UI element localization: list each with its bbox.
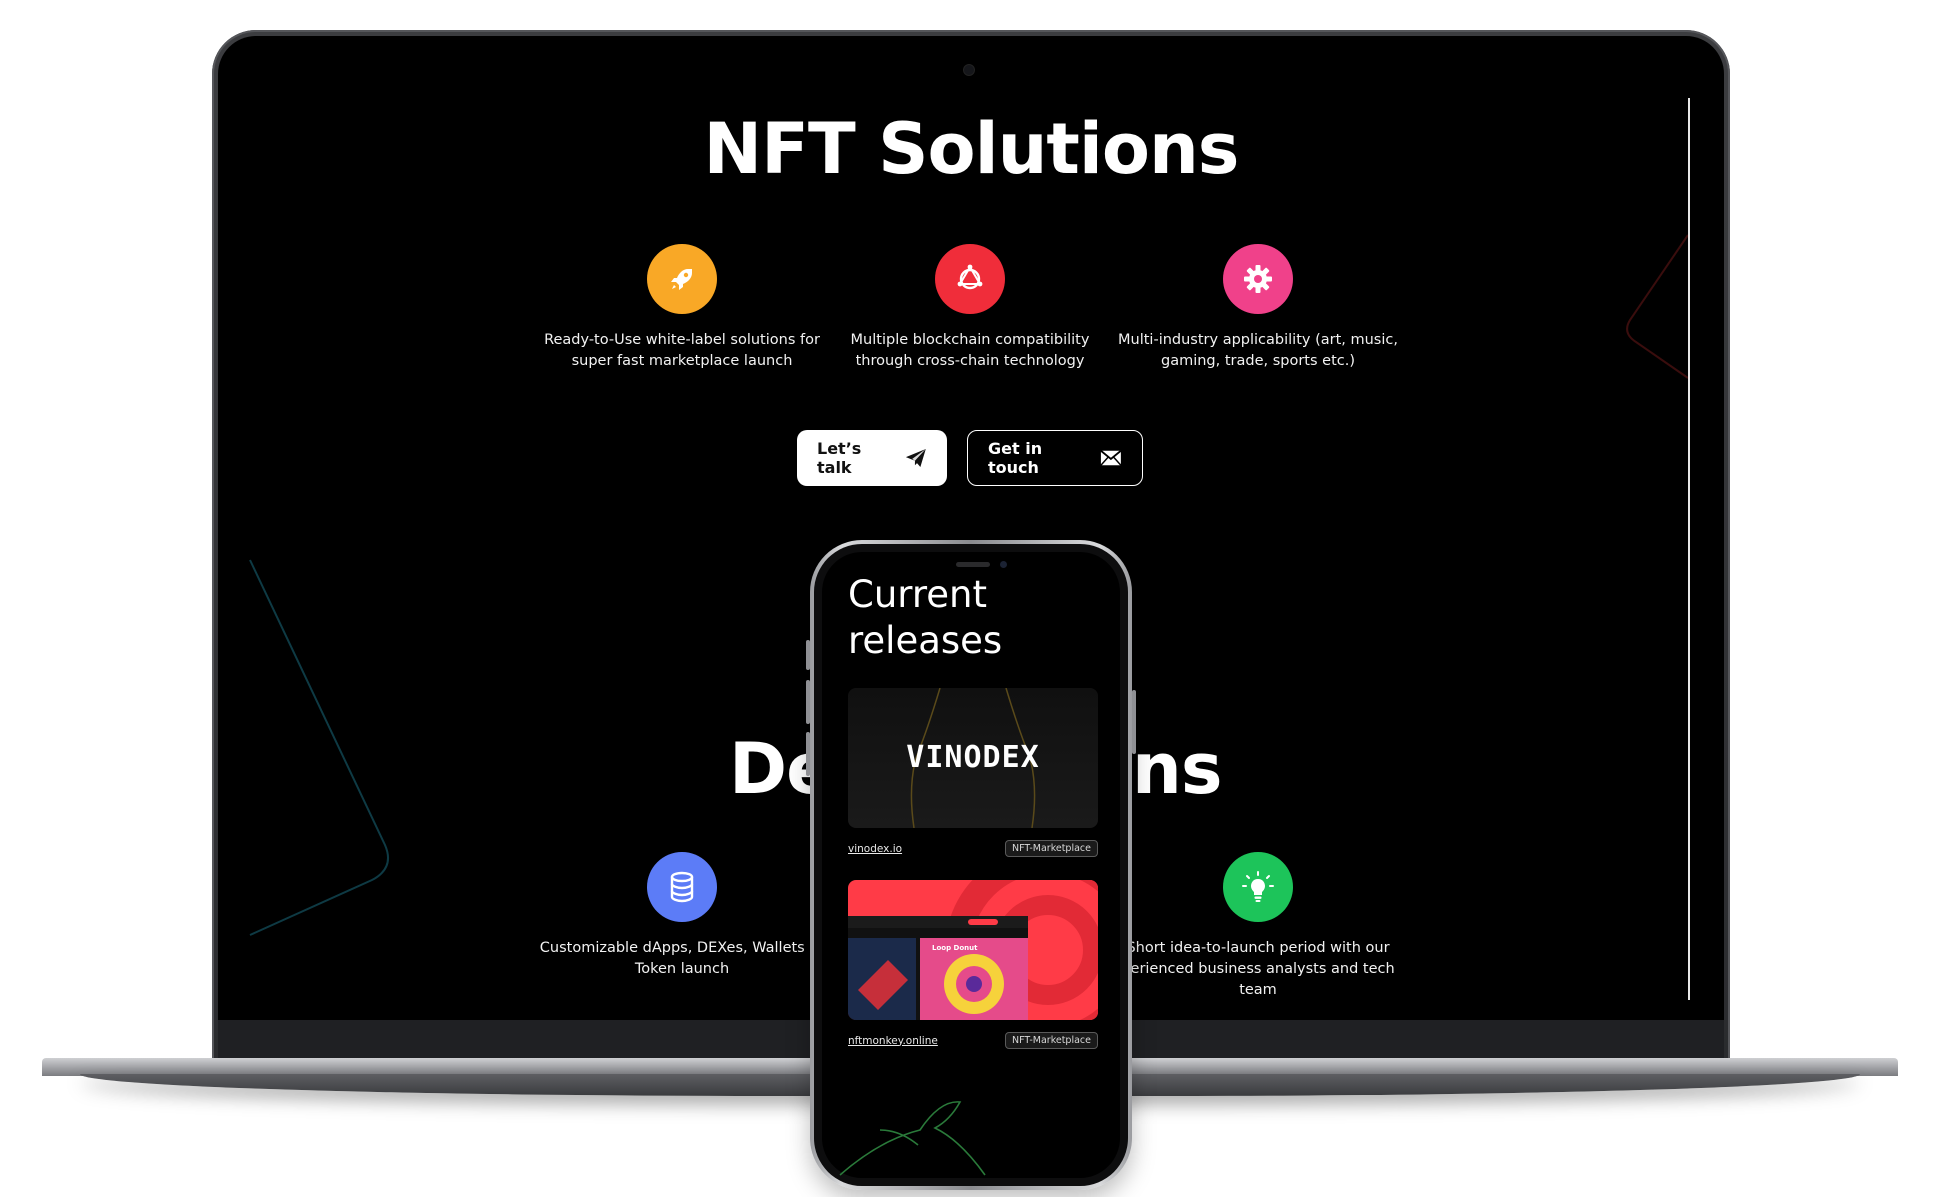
- paper-plane-icon: [906, 448, 927, 468]
- phone-volume-down-button: [806, 732, 810, 776]
- feature-text: Short idea-to-launch period with our per…: [1121, 940, 1395, 998]
- release-tag: NFT-Marketplace: [1005, 840, 1098, 857]
- release-link[interactable]: vinodex.io: [848, 843, 902, 855]
- feature-idea-to-launch: Short idea-to-launch period with our per…: [1108, 852, 1408, 1001]
- phone-speaker: [956, 562, 990, 567]
- feature-text: Customizable dApps, DEXes, Wallets ar To…: [539, 940, 825, 977]
- scrollbar-track[interactable]: [1688, 98, 1690, 1000]
- phone-power-button: [1132, 690, 1136, 754]
- feature-multi-industry: Multi-industry applicability (art, music…: [1108, 244, 1408, 372]
- release-link[interactable]: nftmonkey.online: [848, 1035, 938, 1047]
- feature-text: Multiple blockchain compatibility throug…: [850, 332, 1090, 369]
- lightbulb-icon: [1223, 852, 1293, 922]
- phone-front-camera: [1000, 561, 1007, 568]
- release-meta: vinodex.io NFT-Marketplace: [848, 840, 1098, 857]
- release-card[interactable]: VINODEX vinodex.io NFT-Marketplace: [848, 688, 1098, 857]
- feature-text: Ready-to-Use white-label solutions for s…: [544, 332, 820, 369]
- cta-button-row: Let’s talk Get in touch: [797, 430, 1143, 486]
- get-in-touch-button[interactable]: Get in touch: [967, 430, 1143, 486]
- page-title: NFT Solutions: [703, 108, 1240, 190]
- release-thumbnail[interactable]: VINODEX: [848, 688, 1098, 828]
- envelope-icon: [1100, 450, 1122, 466]
- phone-side-button: [806, 640, 810, 670]
- release-brand-logo: VINODEX: [906, 740, 1040, 775]
- release-card[interactable]: Loop Donut nftmonkey.online NFT-Marketpl…: [848, 880, 1098, 1049]
- gear-icon: [1223, 244, 1293, 314]
- rocket-icon: [647, 244, 717, 314]
- lets-talk-label: Let’s talk: [817, 439, 862, 477]
- lets-talk-button[interactable]: Let’s talk: [797, 430, 947, 486]
- phone-page-title: Current releases: [848, 573, 1003, 662]
- feature-cross-chain: Multiple blockchain compatibility throug…: [820, 244, 1120, 372]
- release-tag: NFT-Marketplace: [1005, 1032, 1098, 1049]
- phone-volume-up-button: [806, 680, 810, 724]
- release-thumbnail[interactable]: Loop Donut: [848, 880, 1098, 1020]
- release-preview-label: Loop Donut: [932, 944, 978, 952]
- feature-text: Multi-industry applicability (art, music…: [1118, 332, 1398, 369]
- feature-dapps: Customizable dApps, DEXes, Wallets ar To…: [532, 852, 832, 980]
- get-in-touch-label: Get in touch: [988, 439, 1043, 477]
- section-2-title-right: ns: [1132, 728, 1222, 810]
- feature-white-label: Ready-to-Use white-label solutions for s…: [532, 244, 832, 372]
- laptop-camera: [964, 65, 974, 75]
- polkadot-icon: [935, 244, 1005, 314]
- release-meta: nftmonkey.online NFT-Marketplace: [848, 1032, 1098, 1049]
- database-icon: [647, 852, 717, 922]
